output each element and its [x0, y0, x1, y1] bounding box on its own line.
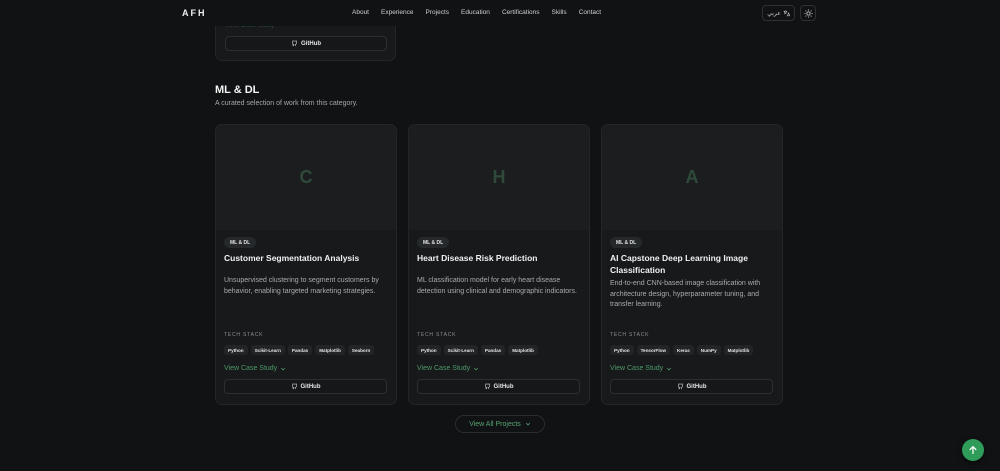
- nav-link-education[interactable]: Education: [461, 9, 490, 16]
- project-description: Unsupervised clustering to segment custo…: [224, 277, 379, 295]
- github-icon: [484, 383, 490, 390]
- tech-tag: Python: [610, 345, 634, 355]
- tech-stack-tags: Python Scikit-Learn Pandas Matplotlib Se…: [224, 345, 375, 355]
- chevron-down-icon: [474, 367, 479, 370]
- tech-tag: Scikit-Learn: [443, 345, 478, 355]
- category-badge: ML & DL: [417, 237, 450, 248]
- view-case-study-label: View Case Study: [610, 365, 664, 372]
- project-title: Heart Disease Risk Prediction: [417, 253, 538, 263]
- tech-stack-label: TECH STACK: [224, 332, 264, 338]
- nav-link-contact[interactable]: Contact: [579, 9, 601, 16]
- github-button[interactable]: GitHub: [225, 36, 387, 51]
- section-title: ML & DL: [215, 84, 260, 96]
- github-label: GitHub: [300, 383, 321, 390]
- chevron-down-icon: [281, 367, 286, 370]
- arrow-up-icon: [969, 446, 977, 454]
- tech-stack-label: TECH STACK: [610, 332, 650, 338]
- section-subtitle: A curated selection of work from this ca…: [215, 100, 358, 107]
- github-icon: [291, 40, 298, 47]
- scroll-to-top-button[interactable]: [962, 439, 984, 461]
- tech-tag: Matplotlib: [508, 345, 538, 355]
- github-icon: [291, 383, 297, 390]
- project-card-customer-segmentation[interactable]: C ML & DL Customer Segmentation Analysis…: [215, 124, 397, 405]
- tech-tag: Python: [224, 345, 248, 355]
- github-button[interactable]: GitHub: [610, 379, 773, 394]
- project-card-ai-capstone[interactable]: A ML & DL AI Capstone Deep Learning Imag…: [601, 124, 783, 405]
- nav-link-about[interactable]: About: [352, 9, 369, 16]
- tech-tag: Matplotlib: [315, 345, 345, 355]
- tech-tag: TensorFlow: [636, 345, 671, 355]
- nav-links: About Experience Projects Education Cert…: [352, 9, 601, 16]
- github-label: GitHub: [493, 383, 514, 390]
- project-description: ML classification model for early heart …: [417, 277, 577, 295]
- tech-tag: Pandas: [287, 345, 313, 355]
- tech-tag: Matplotlib: [723, 345, 754, 355]
- tech-tag: Pandas: [480, 345, 506, 355]
- sun-icon: [803, 8, 813, 18]
- project-thumbnail: A: [602, 125, 782, 230]
- view-case-study-link[interactable]: View Case Study: [610, 365, 672, 372]
- project-title: AI Capstone Deep Learning Image Classifi…: [610, 253, 748, 275]
- language-toggle-button[interactable]: عربي: [762, 5, 795, 21]
- theme-toggle-button[interactable]: [800, 5, 816, 21]
- tech-tag: Scikit-Learn: [250, 345, 285, 355]
- chevron-down-icon: [667, 367, 672, 370]
- nav-link-projects[interactable]: Projects: [426, 9, 449, 16]
- view-case-study-label: View Case Study: [417, 365, 471, 372]
- tech-stack-tags: Python TensorFlow Keras NumPy Matplotlib: [610, 345, 754, 355]
- tech-stack-label: TECH STACK: [417, 332, 457, 338]
- github-button[interactable]: GitHub: [417, 379, 580, 394]
- project-description: End-to-end CNN-based image classificatio…: [610, 280, 761, 308]
- project-thumbnail: C: [216, 125, 396, 230]
- category-badge: ML & DL: [610, 237, 643, 248]
- site-logo[interactable]: AFH: [182, 8, 207, 18]
- project-title: Customer Segmentation Analysis: [224, 253, 360, 263]
- github-label: GitHub: [301, 40, 321, 47]
- category-badge: ML & DL: [224, 237, 257, 248]
- view-case-study-label: View Case Study: [224, 365, 278, 372]
- view-case-study-link[interactable]: View Case Study: [224, 365, 286, 372]
- translate-icon: [783, 10, 790, 17]
- github-button[interactable]: GitHub: [224, 379, 387, 394]
- view-all-projects-button[interactable]: View All Projects: [455, 415, 545, 433]
- tech-tag: Python: [417, 345, 441, 355]
- project-card-heart-disease[interactable]: H ML & DL Heart Disease Risk Prediction …: [408, 124, 590, 405]
- tech-tag: Seaborn: [347, 345, 375, 355]
- tech-tag: Keras: [673, 345, 694, 355]
- language-label: عربي: [767, 10, 781, 17]
- top-navbar: AFH About Experience Projects Education …: [0, 0, 1000, 26]
- github-icon: [677, 383, 683, 390]
- nav-link-experience[interactable]: Experience: [381, 9, 414, 16]
- view-case-study-link[interactable]: View Case Study: [417, 365, 479, 372]
- tech-stack-tags: Python Scikit-Learn Pandas Matplotlib: [417, 345, 538, 355]
- chevron-down-icon: [525, 422, 530, 426]
- tech-tag: NumPy: [696, 345, 721, 355]
- nav-link-skills[interactable]: Skills: [552, 9, 567, 16]
- view-all-projects-label: View All Projects: [469, 420, 521, 428]
- nav-link-certifications[interactable]: Certifications: [502, 9, 540, 16]
- project-thumbnail: H: [409, 125, 589, 230]
- github-label: GitHub: [686, 383, 707, 390]
